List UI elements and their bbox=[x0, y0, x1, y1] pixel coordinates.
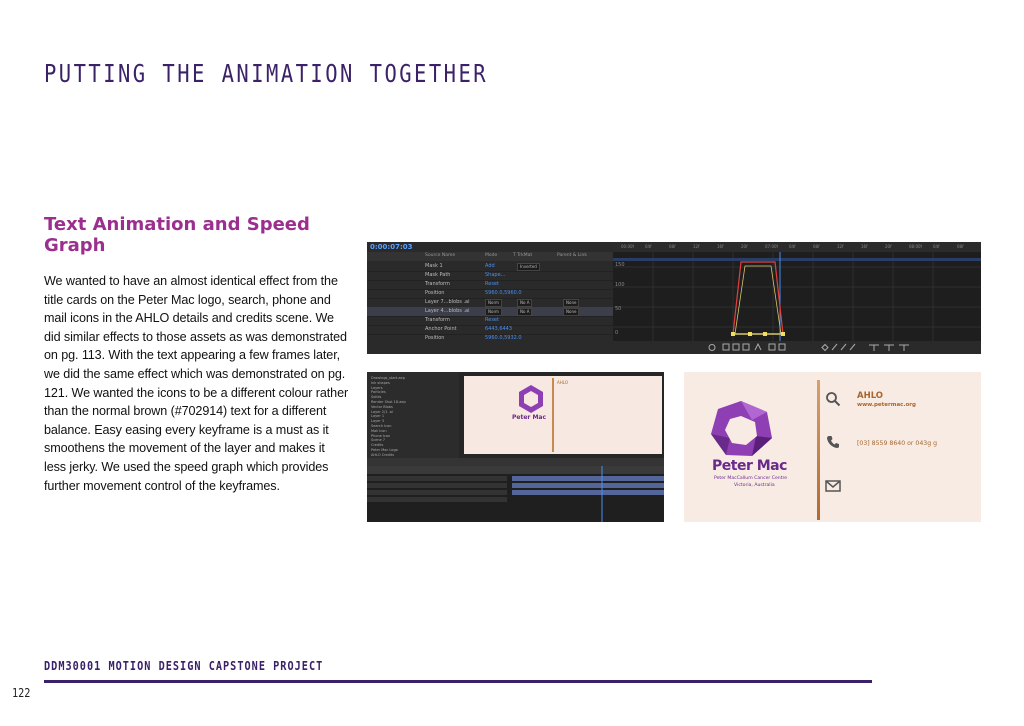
graph-editor-icon[interactable] bbox=[768, 343, 776, 351]
ease-out-icon[interactable] bbox=[849, 343, 856, 351]
graph-type-icon[interactable] bbox=[778, 343, 786, 351]
layer-row-label: Anchor Point bbox=[425, 326, 457, 332]
project-item[interactable]: AHLO Credits bbox=[371, 453, 394, 457]
convert-auto-bezier-icon[interactable] bbox=[899, 344, 909, 351]
property-value[interactable]: Reset bbox=[485, 317, 499, 323]
magnet-icon[interactable] bbox=[754, 342, 762, 351]
speed-curve-yellow bbox=[734, 265, 782, 335]
page-number: 122 bbox=[12, 686, 31, 700]
graph-value-labels: 150 100 50 0 bbox=[615, 262, 625, 336]
property-value[interactable]: Shape... bbox=[485, 272, 505, 278]
project-item[interactable]: Layers bbox=[371, 386, 383, 390]
property-value[interactable]: 5960.0,5960.0 bbox=[485, 290, 522, 296]
property-value[interactable]: Add bbox=[485, 263, 495, 269]
convert-hold-icon[interactable] bbox=[869, 344, 879, 351]
credits-location: Victoria, Australia bbox=[734, 483, 775, 488]
mode-dropdown[interactable]: None bbox=[563, 308, 580, 316]
comp-timeline-bars bbox=[367, 466, 664, 522]
graph-toolbar bbox=[367, 341, 981, 354]
speed-graph-panel: 00:00f 04f 08f 12f 16f 20f 07:00f 04f 08f 12f 16f 2… bbox=[613, 242, 981, 354]
viewer-divider bbox=[552, 378, 554, 452]
grid-icon[interactable] bbox=[722, 343, 730, 351]
project-item[interactable]: Particles bbox=[371, 390, 386, 394]
eye-icon[interactable] bbox=[708, 344, 716, 351]
ease-in-icon[interactable] bbox=[840, 343, 847, 351]
comp-timeline bbox=[367, 466, 664, 522]
graph-label: 100 bbox=[615, 282, 625, 288]
property-value[interactable]: 6443,6443 bbox=[485, 326, 512, 332]
viewer-toolbar bbox=[367, 458, 664, 466]
phone-icon bbox=[827, 436, 839, 448]
footer-label: DDM30001 MOTION DESIGN CAPSTONE PROJECT bbox=[44, 659, 324, 673]
mode-dropdown[interactable]: Norm bbox=[485, 308, 502, 316]
project-item[interactable]: Ink shapes bbox=[371, 381, 390, 385]
layer-column-headers: Source Name Mode T TrkMat Parent & Link bbox=[367, 252, 613, 261]
layer-row-label: Transform bbox=[425, 317, 450, 323]
mail-icon bbox=[825, 480, 841, 492]
timecode-display: 0:00:07:03 bbox=[370, 243, 413, 251]
project-item[interactable]: Peter Mac Logo bbox=[371, 448, 398, 452]
credits-url: www.petermac.org bbox=[857, 402, 916, 408]
layer-row-label: Mask 1 bbox=[425, 263, 443, 269]
credits-frame: Peter Mac Peter MacCallum Cancer Centre … bbox=[684, 372, 981, 522]
project-item[interactable]: Vector Blobs bbox=[371, 405, 393, 409]
viewer-brand: Peter Mac bbox=[512, 414, 547, 421]
footer-rule bbox=[44, 680, 872, 683]
layer-row-label: Transform bbox=[425, 281, 450, 287]
credits-brand: Peter Mac bbox=[712, 458, 787, 474]
layer-panel: 0:00:07:03 Source Name Mode T TrkMat Par… bbox=[367, 242, 613, 354]
snap-icon[interactable] bbox=[732, 343, 740, 351]
project-item[interactable]: Phone Icon bbox=[371, 434, 390, 438]
mode-dropdown[interactable]: None bbox=[563, 299, 580, 307]
viewer-ahlo: AHLO bbox=[557, 380, 568, 385]
composition-viewer: Peter Mac AHLO bbox=[464, 376, 662, 454]
credits-phone: [03] 8559 8640 or 043g g bbox=[857, 440, 938, 447]
body-paragraph: We wanted to have an almost identical ef… bbox=[44, 274, 349, 493]
peter-mac-logo-icon bbox=[711, 401, 772, 456]
column-header: Parent & Link bbox=[557, 253, 587, 258]
mode-dropdown[interactable]: Norm bbox=[485, 299, 502, 307]
peter-mac-logo-icon bbox=[519, 385, 543, 413]
column-header: T TrkMat bbox=[513, 253, 533, 258]
page-title: PUTTING THE ANIMATION TOGETHER bbox=[44, 58, 489, 88]
project-panel: Drawings_start.aep Ink shapes Layers Partic… bbox=[367, 372, 459, 458]
project-item[interactable]: Drawings_start.aep bbox=[371, 376, 405, 380]
speed-graph: 150 100 50 0 bbox=[613, 252, 981, 341]
mode-dropdown[interactable]: No A bbox=[517, 299, 533, 307]
project-item[interactable]: Credits bbox=[371, 443, 383, 447]
project-item[interactable]: Layer 3 bbox=[371, 419, 384, 423]
graph-label: 50 bbox=[615, 306, 621, 312]
graph-toolbar-icons bbox=[708, 342, 909, 352]
graph-label: 0 bbox=[615, 330, 618, 336]
mode-dropdown[interactable]: Inverted bbox=[517, 263, 540, 271]
search-icon bbox=[826, 392, 841, 407]
graph-label: 150 bbox=[615, 262, 625, 268]
credits-divider bbox=[817, 380, 820, 520]
project-item[interactable]: Search Icon bbox=[371, 424, 391, 428]
layer-row-label: Mask Path bbox=[425, 272, 451, 278]
work-area-bar bbox=[613, 258, 981, 261]
mode-dropdown[interactable]: No A bbox=[517, 308, 533, 316]
project-item[interactable]: Mail Icon bbox=[371, 429, 387, 433]
column-header: Source Name bbox=[425, 253, 456, 258]
credits-ahlo-title: AHLO bbox=[857, 391, 884, 401]
project-item[interactable]: Render Shot 18.aep bbox=[371, 400, 406, 404]
property-value[interactable]: Reset bbox=[485, 281, 499, 287]
keyframe-icon[interactable] bbox=[821, 343, 829, 352]
layer-row-label: Layer 7...blobs .ai bbox=[425, 299, 470, 305]
project-item[interactable]: Layer 2/1 .ai bbox=[371, 410, 393, 414]
layer-row-label: Position bbox=[425, 290, 445, 296]
easy-ease-icon[interactable] bbox=[831, 343, 838, 351]
project-item[interactable]: Scene 7 bbox=[371, 438, 385, 442]
fit-icon[interactable] bbox=[742, 343, 750, 351]
layer-row-label: Layer 4...blobs .ai bbox=[425, 308, 470, 314]
composition-screenshot: Drawings_start.aep Ink shapes Layers Partic… bbox=[367, 372, 664, 522]
section-heading: Text Animation and Speed Graph bbox=[44, 214, 310, 256]
project-item[interactable]: Solids bbox=[371, 395, 381, 399]
timeline-screenshot: 0:00:07:03 Source Name Mode T TrkMat Par… bbox=[367, 242, 981, 354]
credits-centre-name: Peter MacCallum Cancer Centre bbox=[714, 476, 788, 481]
column-header: Mode bbox=[485, 253, 498, 258]
convert-linear-icon[interactable] bbox=[884, 344, 894, 351]
project-item[interactable]: Layer 1 bbox=[371, 414, 384, 418]
